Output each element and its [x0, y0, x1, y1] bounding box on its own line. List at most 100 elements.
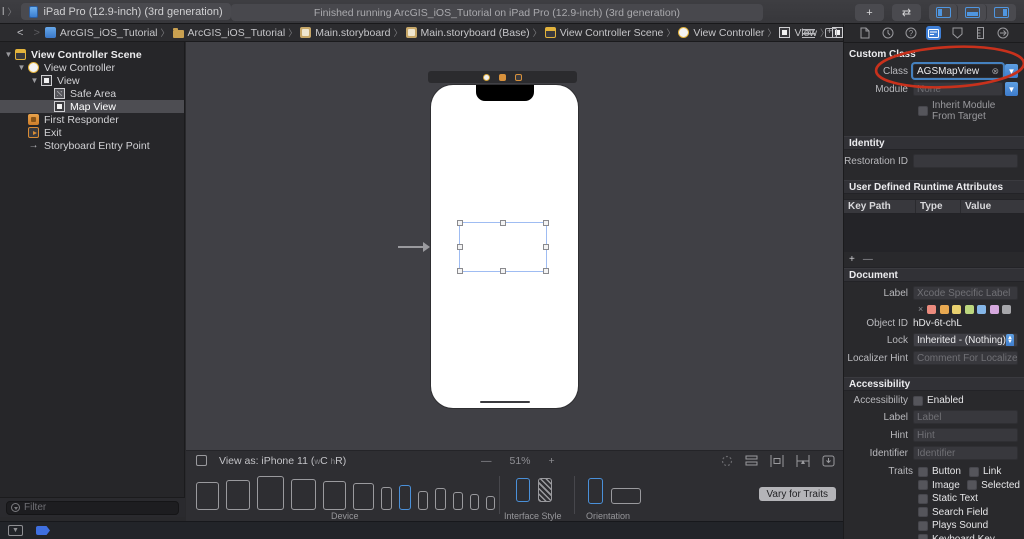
vary-for-traits-button[interactable]: Vary for Traits [759, 487, 837, 501]
outline-row-scene[interactable]: ▼ View Controller Scene [0, 48, 184, 61]
document-label-field[interactable]: Xcode Specific Label [913, 286, 1018, 300]
disclosure-triangle-icon[interactable]: ▼ [2, 50, 15, 59]
connections-inspector-icon[interactable] [996, 26, 1011, 40]
outline-row-safe-area[interactable]: Safe Area [0, 87, 184, 100]
trait-search-field-checkbox[interactable] [918, 507, 928, 517]
accessibility-identifier-field[interactable]: Identifier [913, 446, 1018, 460]
filter-input[interactable]: Filter [6, 501, 179, 515]
resize-handle[interactable] [457, 244, 463, 250]
device-ipad-icon[interactable] [196, 482, 219, 510]
toggle-inspector-button[interactable] [987, 4, 1016, 21]
resize-handle[interactable] [500, 220, 506, 226]
device-iphone-icon[interactable] [435, 488, 446, 510]
interface-style-dark-icon[interactable] [538, 478, 552, 502]
outline-row-entry-point[interactable]: → Storyboard Entry Point [0, 139, 184, 152]
attributes-inspector-icon[interactable] [950, 26, 965, 40]
embed-in-stack-icon[interactable] [745, 455, 758, 467]
inherit-module-checkbox[interactable] [918, 106, 928, 116]
trait-keyboard-key-checkbox[interactable] [918, 534, 928, 539]
align-icon[interactable] [770, 455, 784, 467]
lock-dropdown[interactable]: Inherited - (Nothing) ▲▼ [913, 333, 1018, 347]
class-field[interactable]: AGSMapView ⊗ [913, 64, 1003, 78]
breadcrumb-scene[interactable]: View Controller Scene [545, 27, 664, 39]
device-ipad-icon[interactable] [353, 483, 374, 510]
resize-handle[interactable] [457, 220, 463, 226]
breadcrumb-storyboard-base[interactable]: Main.storyboard (Base) [406, 27, 530, 39]
add-constraints-icon[interactable] [796, 455, 810, 467]
breakpoints-flag-icon[interactable] [36, 526, 50, 535]
library-add-button[interactable]: + [855, 4, 884, 21]
breadcrumb-group[interactable]: ArcGIS_iOS_Tutorial [173, 27, 286, 39]
quick-help-inspector-icon[interactable]: ? [903, 26, 918, 40]
add-attribute-button[interactable]: + [849, 254, 855, 265]
device-iphone-11-icon-selected[interactable] [399, 485, 411, 510]
map-view-selected[interactable] [459, 222, 547, 272]
disclosure-triangle-icon[interactable]: ▼ [28, 76, 41, 85]
resize-handle[interactable] [543, 220, 549, 226]
color-swatch[interactable] [940, 305, 949, 314]
outline-row-view-controller[interactable]: ▼ View Controller [0, 61, 184, 74]
remove-attribute-button[interactable]: — [863, 254, 873, 265]
trait-static-text-checkbox[interactable] [918, 494, 928, 504]
device-bar-toggle-icon[interactable] [196, 455, 207, 466]
device-ipad-icon[interactable] [291, 479, 316, 510]
trait-image-checkbox[interactable] [918, 480, 928, 490]
breadcrumb-view-controller[interactable]: View Controller [678, 27, 764, 39]
interface-style-light-icon[interactable] [516, 478, 530, 502]
zoom-level[interactable]: 51% [510, 455, 531, 467]
orientation-portrait-icon[interactable] [588, 478, 603, 504]
back-button[interactable]: < [17, 27, 23, 39]
device-ipad-icon[interactable] [323, 481, 346, 510]
history-inspector-icon[interactable] [880, 26, 895, 40]
restoration-id-field[interactable] [913, 154, 1018, 168]
zoom-in-button[interactable]: + [549, 455, 555, 467]
view-as-label[interactable]: View as: iPhone 11 (wC hR) [219, 455, 346, 467]
color-swatch[interactable] [1002, 305, 1011, 314]
disclosure-triangle-icon[interactable]: ▼ [15, 63, 28, 72]
localizer-hint-field[interactable]: Comment For Localizer [913, 351, 1018, 365]
outline-row-exit[interactable]: Exit [0, 126, 184, 139]
trait-button-checkbox[interactable] [918, 467, 928, 477]
storyboard-canvas[interactable] [186, 42, 843, 450]
orientation-landscape-icon[interactable] [611, 488, 641, 504]
module-field[interactable]: None [913, 82, 1003, 96]
clear-icon[interactable]: ⊗ [991, 66, 999, 77]
size-inspector-icon[interactable] [973, 26, 988, 40]
file-inspector-icon[interactable] [857, 26, 872, 40]
code-review-button[interactable]: ⇄ [892, 4, 921, 21]
view-controller-icon[interactable] [483, 74, 490, 81]
forward-button[interactable]: > [33, 27, 39, 39]
outline-row-first-responder[interactable]: First Responder [0, 113, 184, 126]
zoom-out-button[interactable]: — [481, 455, 492, 467]
color-swatch[interactable] [977, 305, 986, 314]
document-items-icon[interactable] [802, 29, 815, 38]
color-swatch[interactable] [927, 305, 936, 314]
trait-plays-sound-checkbox[interactable] [918, 521, 928, 531]
accessibility-hint-field[interactable]: Hint [913, 428, 1018, 442]
runtime-attributes-table-body[interactable] [844, 214, 1024, 252]
breadcrumb-storyboard[interactable]: Main.storyboard [300, 27, 390, 39]
resolve-autolayout-icon[interactable] [822, 455, 835, 467]
resize-handle[interactable] [457, 268, 463, 274]
exit-icon[interactable] [515, 74, 522, 81]
module-dropdown-button[interactable]: ▼ [1005, 82, 1018, 96]
accessibility-enabled-checkbox[interactable] [913, 396, 923, 406]
device-ipad-icon[interactable] [257, 476, 284, 510]
identity-inspector-icon-selected[interactable] [926, 26, 941, 40]
swatch-clear-button[interactable]: × [918, 304, 923, 314]
breadcrumb-project[interactable]: ArcGIS_iOS_Tutorial [45, 27, 158, 39]
outline-row-map-view[interactable]: Map View [0, 100, 184, 113]
color-swatch[interactable] [990, 305, 999, 314]
update-frames-icon[interactable] [721, 455, 733, 467]
hide-debug-area-icon[interactable]: ▼ [8, 525, 23, 536]
trait-link-checkbox[interactable] [969, 467, 979, 477]
column-key-path[interactable]: Key Path [844, 200, 916, 213]
color-swatch[interactable] [965, 305, 974, 314]
device-iphone-icon[interactable] [453, 492, 463, 510]
trait-selected-checkbox[interactable] [967, 480, 977, 490]
resize-handle[interactable] [500, 268, 506, 274]
activity-status-bar[interactable]: Finished running ArcGIS_iOS_Tutorial on … [231, 4, 763, 21]
first-responder-icon[interactable] [499, 74, 506, 81]
run-destination-selector[interactable]: iPad Pro (12.9-inch) (3rd generation) [21, 3, 230, 20]
device-ipad-icon[interactable] [226, 480, 250, 510]
